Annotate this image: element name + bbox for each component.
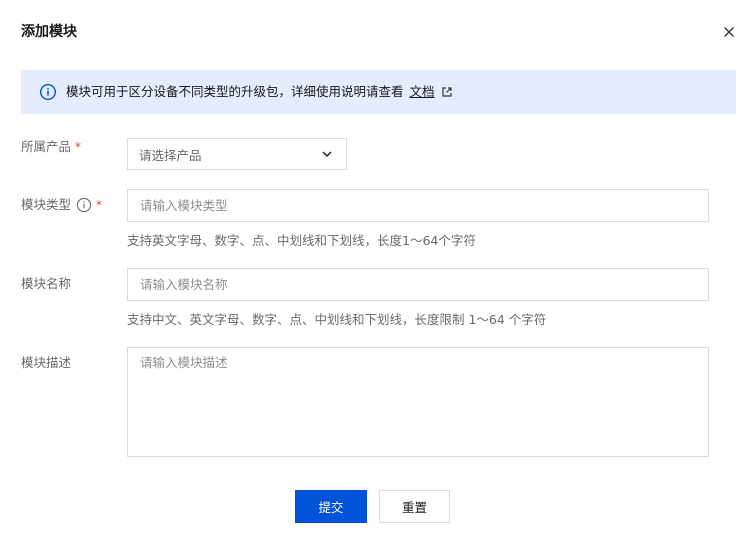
required-mark: * xyxy=(96,198,103,212)
close-icon xyxy=(724,27,734,37)
chevron-down-icon xyxy=(320,147,334,161)
reset-button[interactable]: 重置 xyxy=(379,490,450,523)
module-desc-label: 模块描述 xyxy=(21,355,72,370)
module-type-label-row: 模块类型 * xyxy=(21,196,102,214)
info-circle-icon xyxy=(39,83,57,101)
module-type-label: 模块类型 xyxy=(21,197,72,212)
dialog-title: 添加模块 xyxy=(21,24,77,40)
external-link-icon[interactable] xyxy=(441,86,453,98)
notice-banner: 模块可用于区分设备不同类型的升级包，详细使用说明请查看 文档 xyxy=(21,70,736,114)
product-label: 所属产品 xyxy=(21,139,72,154)
product-select-placeholder: 请选择产品 xyxy=(139,147,202,163)
module-desc-textarea[interactable] xyxy=(127,347,709,457)
required-mark: * xyxy=(75,140,82,154)
module-name-label: 模块名称 xyxy=(21,276,72,291)
module-type-input[interactable] xyxy=(127,189,709,222)
docs-link[interactable]: 文档 xyxy=(410,83,435,101)
submit-button[interactable]: 提交 xyxy=(295,490,367,523)
close-button[interactable] xyxy=(719,22,739,42)
module-name-help: 支持中文、英文字母、数字、点、中划线和下划线，长度限制 1～64 个字符 xyxy=(127,312,547,327)
product-select[interactable]: 请选择产品 xyxy=(127,138,347,170)
product-label-row: 所属产品 * xyxy=(21,138,81,156)
add-module-dialog: 添加模块 模块可用于区分设备不同类型的升级包，详细使用说明请查看 文档 所属产品… xyxy=(0,0,756,542)
module-type-help: 支持英文字母、数字、点、中划线和下划线，长度1～64个字符 xyxy=(127,233,476,248)
notice-text: 模块可用于区分设备不同类型的升级包，详细使用说明请查看 xyxy=(66,84,404,99)
module-name-input[interactable] xyxy=(127,268,709,301)
info-circle-icon[interactable] xyxy=(76,197,92,213)
